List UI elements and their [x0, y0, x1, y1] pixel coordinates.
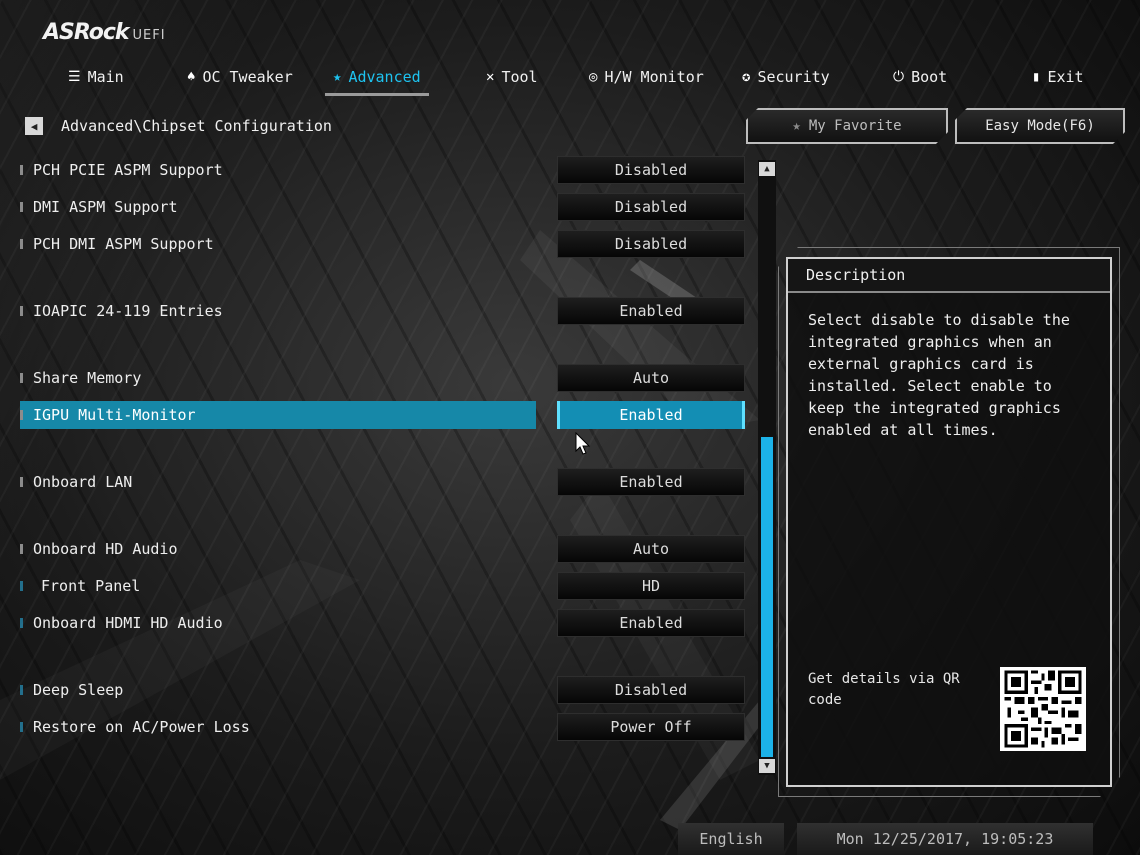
breadcrumb-path: Advanced\Chipset Configuration [61, 117, 332, 135]
tab-boot[interactable]: ⏻ Boot [893, 60, 947, 94]
setting-label: PCH DMI ASPM Support [33, 235, 214, 253]
tab-label: Advanced [348, 68, 421, 86]
datetime-display: Mon 12/25/2017, 19:05:23 [797, 823, 1093, 855]
row-marker-icon [20, 165, 23, 175]
setting-row-deep-sleep[interactable]: Deep Sleep Disabled [20, 676, 745, 704]
monitor-icon: ◎ [589, 69, 598, 85]
setting-row-restore-ac-power-loss[interactable]: Restore on AC/Power Loss Power Off [20, 713, 745, 741]
logo-brand: ASRock [43, 20, 130, 45]
row-marker-icon [20, 239, 23, 249]
setting-label: Deep Sleep [33, 681, 124, 699]
tab-label: OC Tweaker [202, 68, 293, 86]
tab-main[interactable]: ☰ Main [68, 60, 124, 94]
row-marker-icon [20, 544, 23, 554]
tab-label: H/W Monitor [604, 68, 704, 86]
qr-code-icon [1000, 667, 1086, 751]
asrock-logo: ASRock UEFI [43, 20, 166, 45]
row-marker-icon [20, 477, 23, 487]
setting-label: PCH PCIE ASPM Support [33, 161, 223, 179]
row-marker-icon [20, 306, 23, 316]
setting-row-igpu-multi-monitor[interactable]: IGPU Multi-Monitor Enabled [20, 401, 745, 429]
description-text: Select disable to disable the integrated… [808, 311, 1070, 439]
row-marker-icon [20, 618, 23, 628]
setting-value-button[interactable]: Disabled [557, 156, 745, 184]
tab-label: Exit [1047, 68, 1084, 86]
setting-label: Onboard HD Audio [33, 540, 178, 558]
setting-row-pch-dmi-aspm[interactable]: PCH DMI ASPM Support Disabled [20, 230, 745, 258]
setting-value-button[interactable]: Enabled [557, 297, 745, 325]
list-icon: ☰ [68, 69, 81, 85]
mouse-cursor-icon [575, 432, 591, 455]
setting-value-button[interactable]: Enabled [557, 468, 745, 496]
power-icon: ⏻ [893, 69, 905, 85]
row-marker-icon [20, 685, 23, 695]
setting-row-pch-pcie-aspm[interactable]: PCH PCIE ASPM Support Disabled [20, 156, 745, 184]
tab-security[interactable]: ✪ Security [742, 60, 830, 94]
setting-value-button[interactable]: Auto [557, 364, 745, 392]
setting-row-onboard-lan[interactable]: Onboard LAN Enabled [20, 468, 745, 496]
setting-value-button[interactable]: Enabled [557, 609, 745, 637]
setting-label: DMI ASPM Support [33, 198, 178, 216]
qr-caption: Get details via QR code [808, 671, 960, 708]
tab-hw-monitor[interactable]: ◎ H/W Monitor [589, 60, 704, 94]
setting-value-button[interactable]: Disabled [557, 193, 745, 221]
setting-value-button[interactable]: Disabled [557, 230, 745, 258]
scrollbar[interactable]: ▲ ▼ [758, 160, 776, 775]
tab-label: Security [757, 68, 830, 86]
setting-row-onboard-hdmi-hd-audio[interactable]: Onboard HDMI HD Audio Enabled [20, 609, 745, 637]
setting-label: Share Memory [33, 369, 142, 387]
row-marker-icon [20, 373, 23, 383]
tab-label: Tool [501, 68, 538, 86]
setting-label: Onboard LAN [33, 473, 133, 491]
tab-label: Main [87, 68, 124, 86]
back-arrow-icon[interactable]: ◀ [25, 117, 43, 135]
star-icon: ★ [333, 69, 342, 85]
setting-row-onboard-hd-audio[interactable]: Onboard HD Audio Auto [20, 535, 745, 563]
row-marker-icon [20, 581, 23, 591]
tab-label: Boot [911, 68, 948, 86]
setting-value-button[interactable]: Auto [557, 535, 745, 563]
star-icon: ★ [792, 118, 801, 134]
row-marker-icon [20, 722, 23, 732]
scroll-thumb[interactable] [761, 437, 773, 757]
tools-icon: ✕ [486, 69, 495, 85]
description-panel: Description Select disable to disable th… [786, 257, 1112, 787]
setting-label: IOAPIC 24-119 Entries [33, 302, 223, 320]
shield-icon: ✪ [742, 69, 751, 85]
setting-label: Restore on AC/Power Loss [33, 718, 250, 736]
tab-tool[interactable]: ✕ Tool [486, 60, 538, 94]
setting-value-button[interactable]: HD [557, 572, 745, 600]
rocket-icon: ♠ [187, 69, 196, 85]
scroll-up-icon[interactable]: ▲ [759, 162, 775, 176]
my-favorite-button[interactable]: ★ My Favorite [746, 108, 948, 144]
easy-mode-button[interactable]: Easy Mode(F6) [955, 108, 1125, 144]
setting-row-ioapic[interactable]: IOAPIC 24-119 Entries Enabled [20, 297, 745, 325]
setting-label: IGPU Multi-Monitor [33, 406, 196, 424]
tab-oc-tweaker[interactable]: ♠ OC Tweaker [187, 60, 293, 94]
breadcrumb: ◀ Advanced\Chipset Configuration [25, 113, 332, 139]
row-marker-icon [20, 202, 23, 212]
exit-icon: ▮ [1032, 69, 1041, 85]
language-selector[interactable]: English [678, 823, 784, 855]
setting-row-dmi-aspm[interactable]: DMI ASPM Support Disabled [20, 193, 745, 221]
setting-label: Front Panel [41, 577, 141, 595]
setting-row-share-memory[interactable]: Share Memory Auto [20, 364, 745, 392]
setting-value-button[interactable]: Disabled [557, 676, 745, 704]
setting-row-front-panel[interactable]: Front Panel HD [20, 572, 745, 600]
setting-label: Onboard HDMI HD Audio [33, 614, 223, 632]
description-title: Description [788, 259, 1110, 293]
logo-suffix: UEFI [132, 28, 166, 43]
setting-value-button[interactable]: Enabled [557, 401, 745, 429]
tab-advanced[interactable]: ★ Advanced [325, 60, 429, 96]
easy-mode-label: Easy Mode(F6) [985, 118, 1095, 134]
my-favorite-label: My Favorite [808, 118, 902, 134]
setting-value-button[interactable]: Power Off [557, 713, 745, 741]
row-marker-icon [20, 410, 23, 420]
top-nav: ☰ Main ♠ OC Tweaker ★ Advanced ✕ Tool ◎ … [0, 60, 1140, 96]
scroll-down-icon[interactable]: ▼ [759, 759, 775, 773]
tab-exit[interactable]: ▮ Exit [1032, 60, 1084, 94]
